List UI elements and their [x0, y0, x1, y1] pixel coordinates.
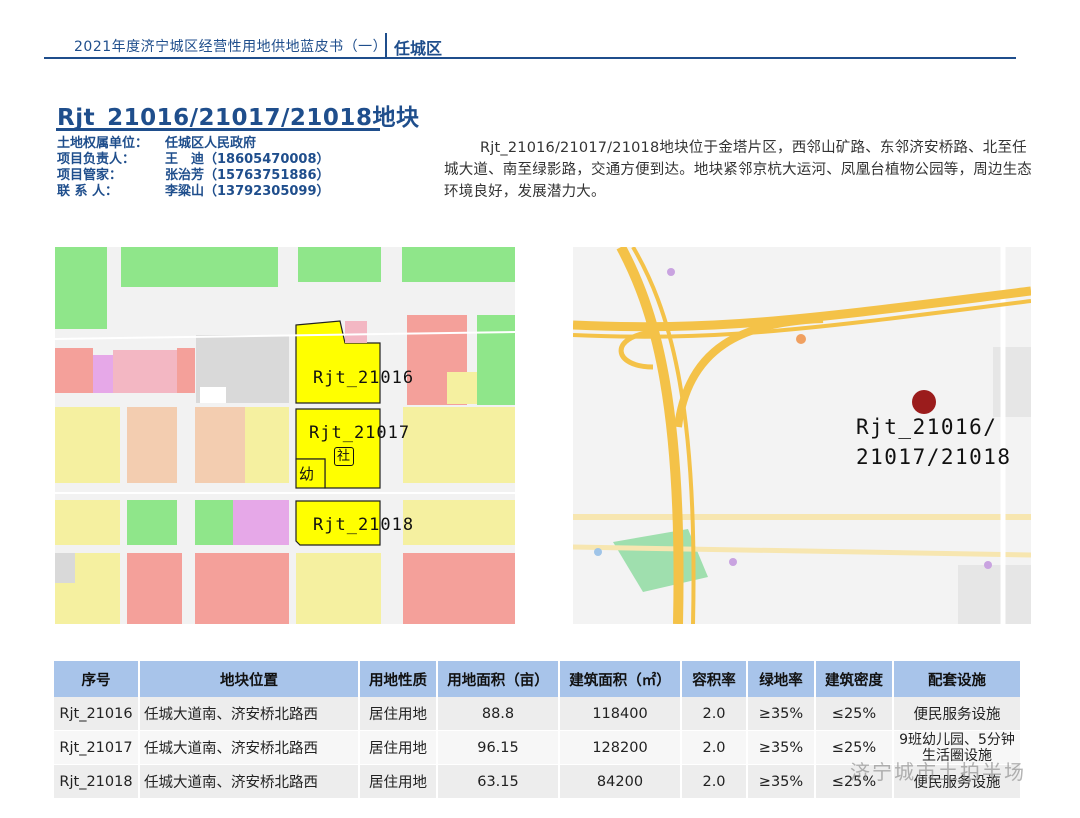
table-cell: 2.0 [681, 730, 748, 765]
table-cell: Rjt_21017 [54, 730, 140, 765]
location-label-line1: Rjt_21016/ [856, 415, 998, 439]
table-cell: ≥35% [747, 697, 816, 731]
table-cell: ≥35% [747, 764, 816, 799]
info-row-contact: 联 系 人： 李粱山（13792305099） [57, 184, 330, 199]
header-cell: 建筑面积（㎡） [559, 661, 682, 697]
table-cell: 88.8 [437, 697, 560, 731]
info-row-steward: 项目管家： 张治芳（15763751886） [57, 168, 330, 183]
header-rule [44, 57, 1016, 59]
table-cell: ≥35% [747, 730, 816, 765]
table-cell: 居住用地 [359, 697, 438, 731]
header-cell: 序号 [54, 661, 140, 697]
table-cell: 84200 [559, 764, 682, 799]
zoning-plan-graphic [55, 247, 515, 624]
watermark: 济宁城市土拍半场 [850, 760, 1026, 784]
header-cell: 容积率 [681, 661, 748, 697]
table-cell: 128200 [559, 730, 682, 765]
title-underline [56, 128, 380, 131]
plot-description: Rjt_21016/21017/21018地块位于金塔片区，西邻山矿路、东邻济安… [444, 140, 1032, 200]
table-cell: Rjt_21016 [54, 697, 140, 731]
header-cell: 绿地率 [747, 661, 816, 697]
table-header-row: 序号 地块位置 用地性质 用地面积（亩） 建筑面积（㎡） 容积率 绿地率 建筑密… [54, 661, 1022, 697]
header-cell: 用地面积（亩） [437, 661, 560, 697]
table-cell: ≤25% [815, 697, 894, 731]
zoning-plan-map: Rjt_21016 Rjt_21017 Rjt_21018 幼 社 [55, 247, 515, 624]
header-title: 2021年度济宁城区经营性用地供地蓝皮书（一） [74, 39, 388, 55]
table-cell: 任城大道南、济安桥北路西 [139, 764, 360, 799]
info-row-owner: 土地权属单位： 任城区人民政府 [57, 136, 257, 151]
header-cell: 用地性质 [359, 661, 438, 697]
table-cell: 2.0 [681, 764, 748, 799]
plot-label-21016: Rjt_21016 [313, 368, 415, 388]
header-district: 任城区 [394, 39, 443, 58]
community-label: 社 [334, 447, 355, 466]
table-cell: 任城大道南、济安桥北路西 [139, 730, 360, 765]
table-cell: 96.15 [437, 730, 560, 765]
location-label-line2: 21017/21018 [856, 445, 1012, 469]
table-cell: Rjt_21018 [54, 764, 140, 799]
table-cell: 118400 [559, 697, 682, 731]
info-row-manager: 项目负责人：王 迪（18605470008） [57, 152, 330, 167]
table-cell: 居住用地 [359, 730, 438, 765]
table-cell: 63.15 [437, 764, 560, 799]
header-separator [385, 33, 387, 57]
plot-label-21017: Rjt_21017 [309, 423, 411, 443]
table-cell: 2.0 [681, 697, 748, 731]
page-title: Rjt_21016/21017/21018地块 [57, 105, 420, 131]
header-cell: 地块位置 [139, 661, 360, 697]
header-cell: 建筑密度 [815, 661, 894, 697]
table-cell: 便民服务设施 [893, 697, 1022, 731]
contact-info: 土地权属单位： 任城区人民政府 项目负责人：王 迪（18605470008） 项目… [57, 136, 330, 200]
location-map: Rjt_21016/ 21017/21018 [573, 247, 1031, 624]
header-cell: 配套设施 [893, 661, 1022, 697]
kindergarten-label: 幼 [299, 465, 316, 483]
location-label: Rjt_21016/ 21017/21018 [856, 412, 1012, 472]
table-row: Rjt_21016 任城大道南、济安桥北路西 居住用地 88.8 118400 … [54, 697, 1022, 731]
table-cell: 居住用地 [359, 764, 438, 799]
plot-label-21018: Rjt_21018 [313, 515, 415, 535]
table-cell: 任城大道南、济安桥北路西 [139, 697, 360, 731]
